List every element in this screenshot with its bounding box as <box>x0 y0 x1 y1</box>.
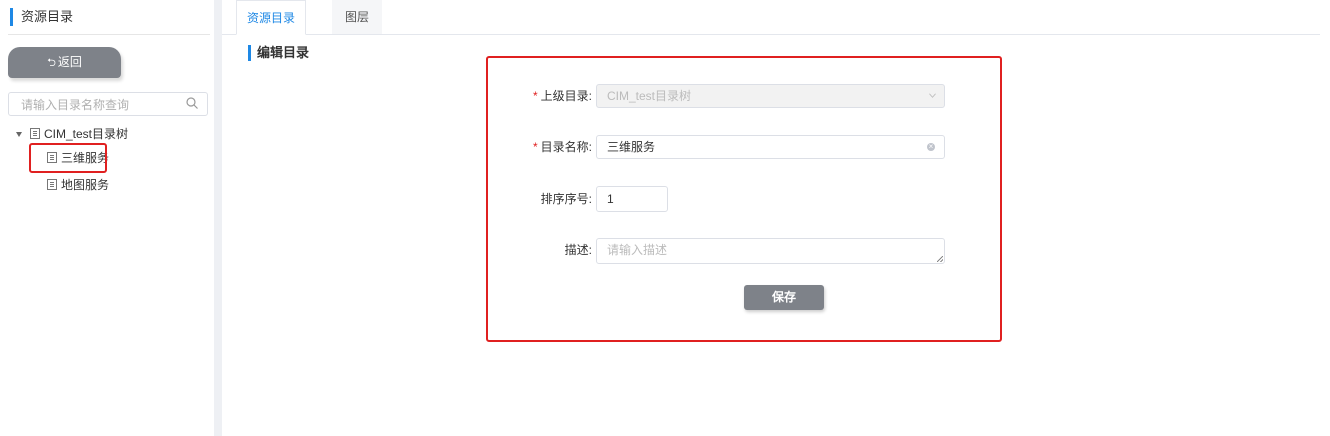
save-button[interactable]: 保存 <box>744 285 824 310</box>
main-panel: 资源目录 图层 编辑目录 * 上级目录: CIM_test目录树 * 目录名称: 三… <box>222 0 1330 436</box>
edit-directory-form: *上级目录: CIM_test目录树 *目录名称: 三维服务 排序序号: 1 描… <box>486 56 1002 342</box>
tree-node-map-service[interactable]: 地图服务 <box>47 175 109 195</box>
description-textarea[interactable]: 请输入描述 <box>596 238 945 264</box>
back-button-label: 返回 <box>57 55 82 69</box>
back-button[interactable]: ⮌ 返回 <box>8 47 121 78</box>
sort-order-label: 排序序号: <box>540 192 592 206</box>
tree-node-label: 地图服务 <box>61 178 110 192</box>
tree-node-label: CIM_test目录树 <box>44 127 129 141</box>
document-icon <box>30 128 40 140</box>
tab-resource-directory[interactable]: 资源目录 <box>236 0 306 35</box>
sort-order-input[interactable]: 1 <box>596 186 668 212</box>
chevron-down-icon <box>929 93 936 98</box>
search-box <box>8 92 208 116</box>
resize-handle-icon[interactable] <box>937 256 943 262</box>
page-title: 编辑目录 <box>248 45 309 61</box>
document-icon <box>47 179 57 191</box>
search-icon[interactable] <box>185 96 199 110</box>
return-icon: ⮌ <box>47 57 56 69</box>
tab-layers[interactable]: 图层 <box>332 0 382 34</box>
sidebar: 资源目录 ⮌返回 CIM_test目录树 三维服务 地图服务 <box>0 0 214 436</box>
clear-icon[interactable] <box>927 135 935 159</box>
parent-directory-value: CIM_test目录树 <box>607 89 692 103</box>
description-placeholder: 请输入描述 <box>607 243 668 257</box>
directory-name-value: 三维服务 <box>607 140 656 154</box>
description-label: 描述: <box>564 243 592 257</box>
parent-directory-label: * 上级目录: <box>532 89 592 103</box>
required-mark: * <box>532 140 538 154</box>
search-input[interactable] <box>19 94 183 116</box>
tree-node-root[interactable]: CIM_test目录树 <box>16 124 128 144</box>
selection-highlight <box>29 143 107 173</box>
caret-down-icon[interactable] <box>16 132 22 138</box>
parent-directory-select[interactable]: CIM_test目录树 <box>596 84 945 108</box>
sidebar-divider <box>8 34 210 35</box>
directory-name-label: * 目录名称: <box>532 140 592 154</box>
sidebar-title: 资源目录 <box>10 8 73 26</box>
sort-order-value: 1 <box>607 192 614 206</box>
directory-name-input[interactable]: 三维服务 <box>596 135 945 159</box>
sidebar-gutter <box>214 0 222 436</box>
required-mark: * <box>532 89 538 103</box>
tab-bar: 资源目录 图层 <box>222 0 1320 35</box>
